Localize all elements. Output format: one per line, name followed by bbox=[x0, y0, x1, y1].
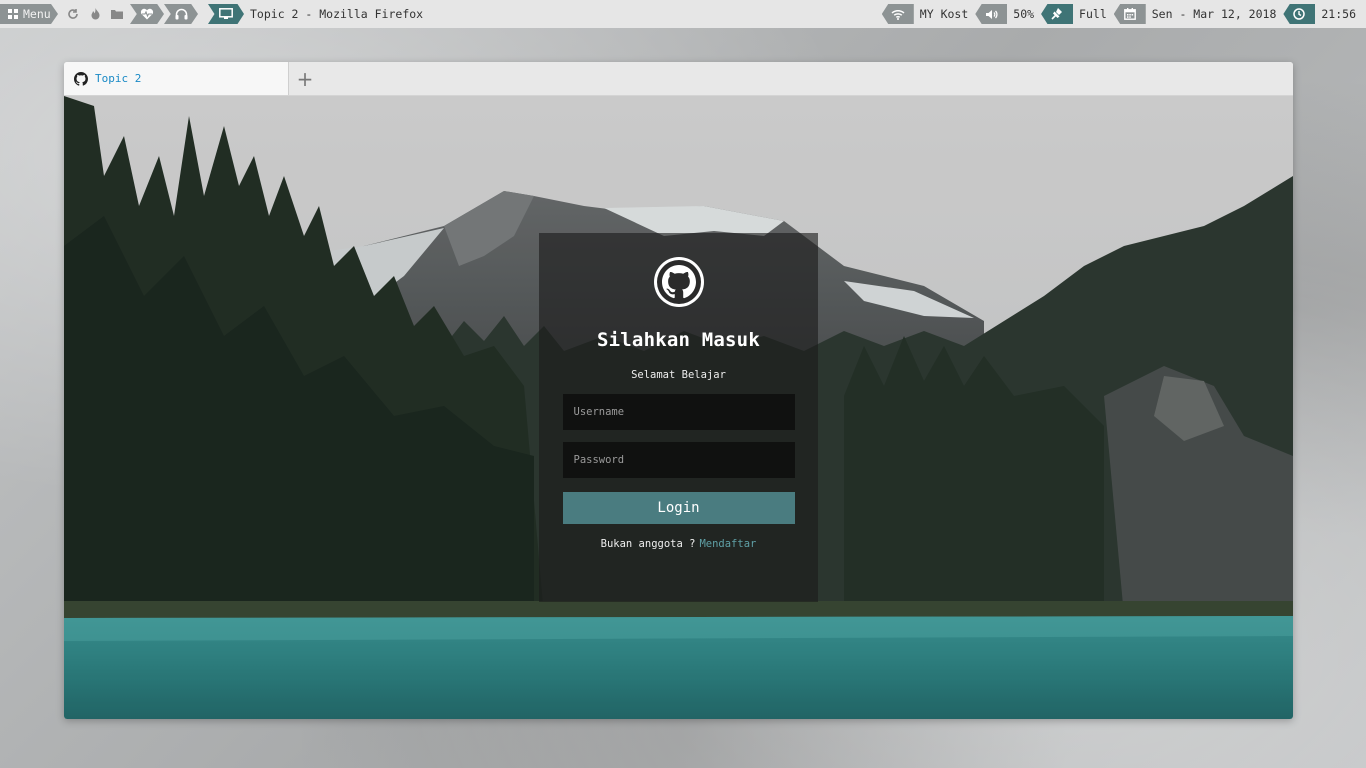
plug-icon bbox=[1051, 8, 1063, 20]
clock-label: 21:56 bbox=[1321, 7, 1356, 21]
headphones-icon bbox=[175, 8, 187, 20]
tab-bar: Topic 2 + bbox=[64, 62, 1293, 96]
github-icon bbox=[74, 71, 88, 86]
health-button[interactable] bbox=[130, 4, 164, 24]
calendar-icon bbox=[1123, 8, 1136, 20]
grid-icon bbox=[8, 9, 18, 19]
date-indicator[interactable] bbox=[1113, 4, 1146, 24]
login-title: Silahkan Masuk bbox=[597, 329, 760, 351]
browser-window: Topic 2 + Silahkan Masuk Selamat Belajar… bbox=[64, 62, 1293, 719]
window-title: Topic 2 - Mozilla Firefox bbox=[250, 7, 424, 21]
volume-indicator[interactable] bbox=[975, 4, 1008, 24]
heartbeat-icon bbox=[140, 8, 154, 20]
page-viewport: Silahkan Masuk Selamat Belajar Login Buk… bbox=[64, 96, 1293, 719]
refresh-icon bbox=[68, 9, 78, 19]
signup-prompt: Bukan anggota ? bbox=[600, 538, 696, 550]
login-button[interactable]: Login bbox=[562, 492, 795, 524]
github-logo bbox=[652, 255, 706, 309]
clock-icon bbox=[1293, 8, 1306, 20]
tab-topic-2[interactable]: Topic 2 bbox=[64, 62, 289, 95]
audio-button[interactable] bbox=[164, 4, 198, 24]
menu-label: Menu bbox=[23, 7, 51, 21]
signup-link[interactable]: Mendaftar bbox=[699, 538, 756, 550]
new-tab-button[interactable]: + bbox=[289, 62, 321, 95]
wifi-label: MY Kost bbox=[919, 7, 969, 21]
speaker-icon bbox=[985, 9, 998, 19]
volume-label: 50% bbox=[1013, 7, 1035, 21]
date-label: Sen - Mar 12, 2018 bbox=[1151, 7, 1277, 21]
battery-label: Full bbox=[1079, 7, 1107, 21]
workspace-button[interactable] bbox=[208, 4, 244, 24]
username-input[interactable] bbox=[562, 394, 795, 430]
tab-title: Topic 2 bbox=[95, 72, 142, 85]
wifi-icon bbox=[891, 9, 905, 20]
password-input[interactable] bbox=[562, 442, 795, 478]
wifi-indicator[interactable] bbox=[881, 4, 914, 24]
clock-indicator[interactable] bbox=[1283, 4, 1316, 24]
files-button[interactable] bbox=[106, 4, 128, 24]
plus-icon: + bbox=[296, 66, 314, 91]
login-card: Silahkan Masuk Selamat Belajar Login Buk… bbox=[539, 233, 818, 602]
menu-button[interactable]: Menu bbox=[0, 4, 58, 24]
monitor-icon bbox=[219, 8, 233, 19]
github-icon bbox=[653, 257, 704, 307]
refresh-button[interactable] bbox=[62, 4, 84, 24]
battery-indicator[interactable] bbox=[1041, 4, 1074, 24]
login-subtitle: Selamat Belajar bbox=[631, 369, 726, 381]
signup-row: Bukan anggota ? Mendaftar bbox=[601, 538, 757, 550]
folder-icon bbox=[111, 10, 123, 19]
flame-icon bbox=[91, 8, 99, 20]
top-panel: Menu Topic 2 - Mozilla Firefox MY Kost 5 bbox=[0, 0, 1366, 28]
flame-button[interactable] bbox=[84, 4, 106, 24]
